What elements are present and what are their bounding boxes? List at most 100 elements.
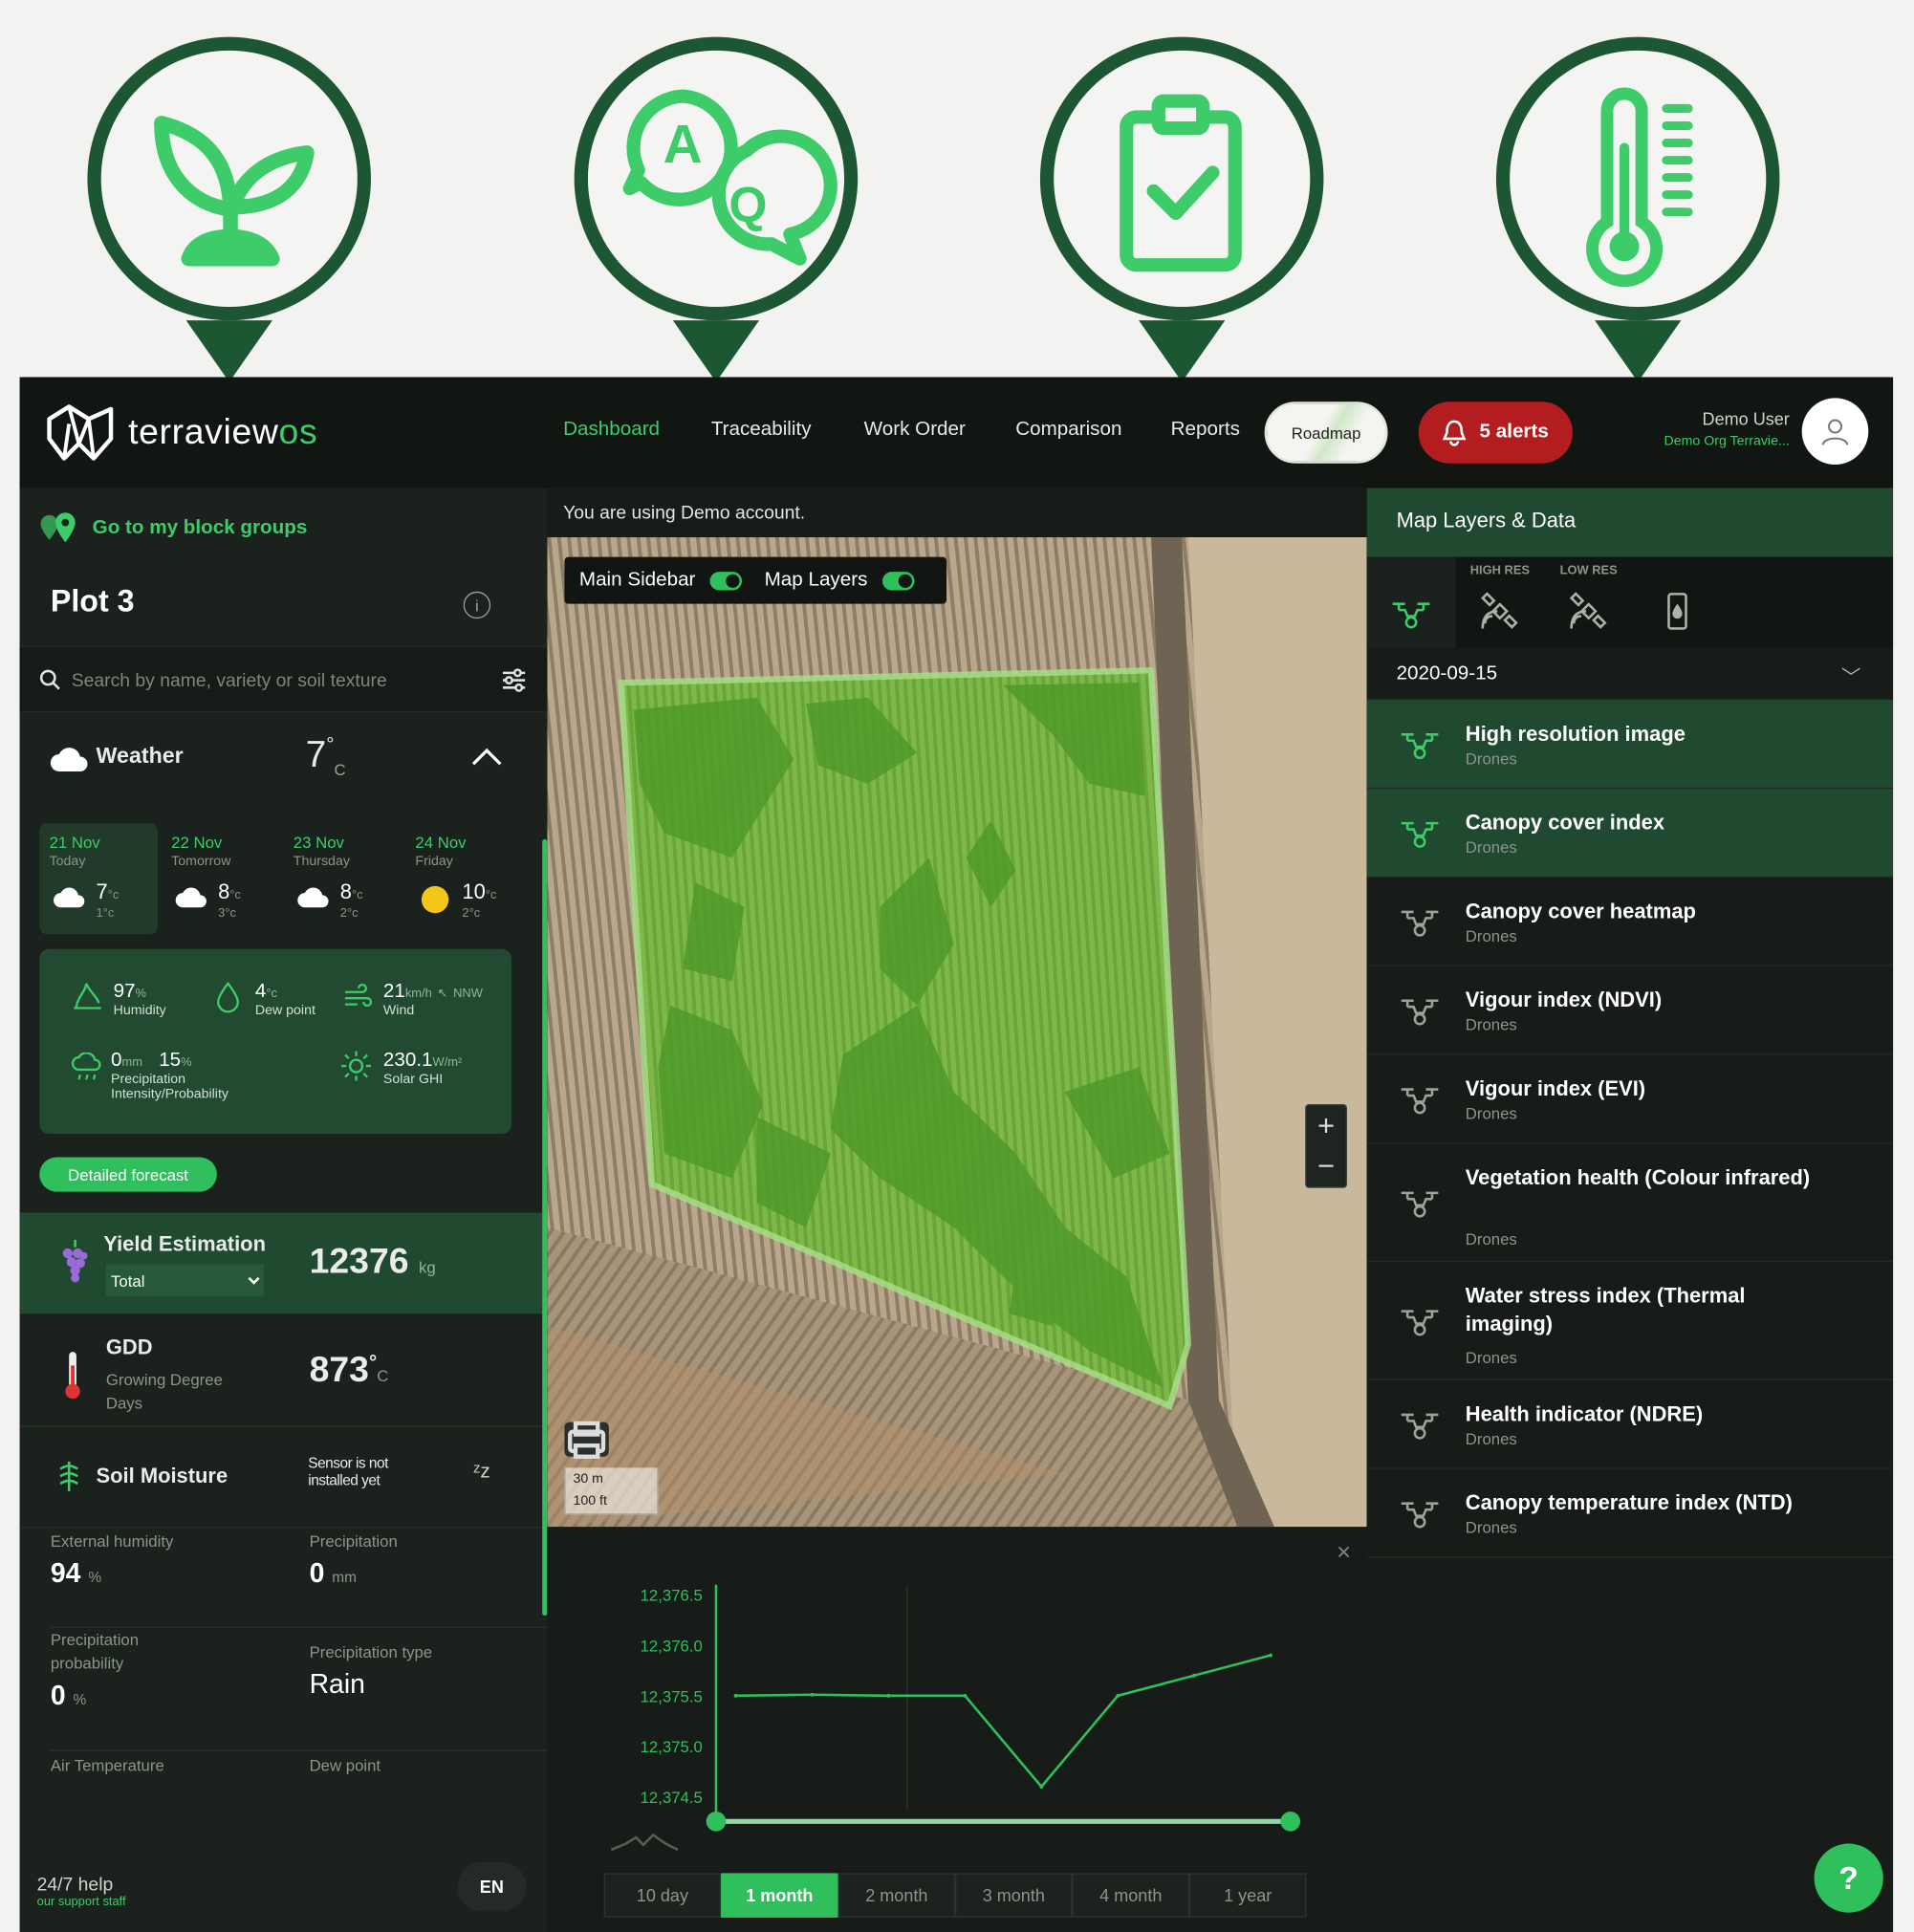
drone-icon	[1401, 999, 1439, 1026]
layer-item[interactable]: Canopy temperature index (NTD) Drones	[1366, 1469, 1894, 1558]
nav-work-order[interactable]: Work Order	[864, 419, 966, 441]
yield-estimation-card: Yield Estimation Total 12376 kg	[19, 1212, 548, 1314]
precipitation-type-cell: Precipitation type Rain	[309, 1640, 569, 1751]
detailed-forecast-button[interactable]: Detailed forecast	[39, 1157, 217, 1192]
svg-text:Q: Q	[729, 177, 767, 232]
logo-text: terraviewos	[128, 412, 318, 452]
pin-thermometer	[1484, 25, 1792, 382]
forecast-day[interactable]: 21 Nov Today 7°c 1°c	[39, 823, 159, 935]
nav-dashboard[interactable]: Dashboard	[563, 419, 660, 441]
user-info[interactable]: Demo User Demo Org Terravie...	[1664, 409, 1789, 448]
layer-source: Drones	[1465, 1104, 1517, 1123]
nav-traceability[interactable]: Traceability	[711, 419, 812, 441]
help-title: 24/7 help	[36, 1874, 114, 1896]
y-tick-label: 12,375.0	[641, 1738, 703, 1756]
alerts-button[interactable]: 5 alerts	[1418, 402, 1573, 464]
weather-header[interactable]: Weather 7°C	[20, 712, 548, 811]
data-point	[733, 1693, 738, 1698]
pin-sprout	[76, 25, 383, 382]
layer-item[interactable]: Water stress index (Thermal imaging) Dron…	[1366, 1262, 1894, 1380]
zoom-in-button[interactable]: +	[1306, 1105, 1345, 1146]
bell-icon	[1443, 420, 1467, 446]
layer-item[interactable]: Vigour index (NDVI) Drones	[1366, 966, 1894, 1055]
tab-low-res-satellite[interactable]: LOW RES	[1544, 557, 1633, 648]
logo[interactable]: terraviewos	[44, 402, 317, 463]
layer-item[interactable]: Canopy cover index Drones	[1366, 789, 1894, 878]
map-layers-title: Map Layers & Data	[1366, 488, 1894, 557]
y-tick-label: 12,376.0	[641, 1637, 703, 1655]
filter-sliders-icon[interactable]	[500, 666, 527, 693]
soil-moisture-label: Soil Moisture	[96, 1464, 228, 1487]
map-layers-toggle-label: Map Layers	[764, 569, 868, 591]
drone-icon	[1401, 1088, 1439, 1115]
language-selector[interactable]: EN	[457, 1861, 527, 1912]
layer-item[interactable]: High resolution image Drones	[1366, 700, 1894, 790]
nav-comparison[interactable]: Comparison	[1015, 419, 1121, 441]
sensor-icon	[1667, 593, 1687, 630]
layer-item[interactable]: Vegetation health (Colour infrared) Drone…	[1366, 1143, 1894, 1263]
forecast-dayname: Friday	[415, 854, 453, 869]
wind-value: 21km/h ↖ NNW Wind	[382, 981, 483, 1018]
layer-title: Canopy cover heatmap	[1465, 900, 1696, 923]
map-layers-toggle[interactable]	[881, 571, 915, 590]
range-10-day[interactable]: 10 day	[603, 1873, 722, 1918]
field-map[interactable]: Main Sidebar Map Layers + − 30 m 100 ft	[547, 537, 1367, 1528]
layer-source: Drones	[1465, 926, 1517, 945]
block-groups-link[interactable]: Go to my block groups	[38, 510, 307, 548]
yield-label: Yield Estimation	[103, 1232, 266, 1256]
weather-current-temp: 7°C	[305, 734, 346, 779]
info-icon[interactable]: i	[463, 591, 491, 619]
forecast-dayname: Tomorrow	[171, 854, 231, 869]
cloud-icon	[175, 887, 207, 908]
yield-type-select[interactable]: Total	[105, 1264, 264, 1297]
humidity-icon	[74, 983, 101, 1009]
print-button[interactable]	[564, 1421, 609, 1459]
close-icon[interactable]: ✕	[1336, 1542, 1351, 1564]
cloud-icon	[297, 887, 329, 908]
range-1-month[interactable]: 1 month	[721, 1873, 838, 1918]
range-3-month[interactable]: 3 month	[955, 1873, 1073, 1918]
forecast-day[interactable]: 22 Nov Tomorrow 8°c 3°c	[162, 823, 280, 934]
avatar[interactable]	[1801, 398, 1869, 465]
wind-icon	[344, 983, 373, 1008]
data-point	[963, 1693, 968, 1698]
alerts-label: 5 alerts	[1479, 421, 1549, 443]
forecast-day[interactable]: 24 Nov Friday 10°c 2°c	[405, 823, 524, 934]
search-input[interactable]	[71, 662, 479, 699]
main-sidebar-toggle[interactable]	[709, 571, 743, 590]
precipitation-probability-cell: Precipitation probability 0 %	[50, 1628, 310, 1751]
support-help[interactable]: 24/7 help our support staff	[37, 1875, 126, 1909]
layer-title: Canopy cover index	[1465, 811, 1665, 835]
tab-drones[interactable]	[1366, 556, 1456, 649]
main-sidebar-toggle-label: Main Sidebar	[578, 569, 696, 591]
forecast-date: 22 Nov	[171, 833, 223, 852]
layer-title: Vigour index (NDVI)	[1465, 988, 1663, 1012]
forecast-day[interactable]: 23 Nov Thursday 8°c 2°c	[283, 823, 402, 934]
cloud-icon	[54, 887, 85, 908]
range-4-month[interactable]: 4 month	[1072, 1873, 1189, 1918]
drone-icon	[1401, 1413, 1439, 1440]
center-panel: You are using Demo account. Main Sidebar…	[547, 488, 1367, 1932]
drone-icon	[1401, 821, 1439, 848]
chevron-up-icon[interactable]	[470, 747, 503, 767]
layer-item[interactable]: Vigour index (EVI) Drones	[1366, 1054, 1894, 1144]
range-1-year[interactable]: 1 year	[1188, 1873, 1307, 1918]
tab-sensors[interactable]	[1633, 557, 1722, 648]
drone-icon	[1392, 602, 1430, 629]
soil-moisture-status: Sensor is not installed yet	[308, 1454, 388, 1489]
layer-date-select[interactable]: 2020-09-15 ﹀	[1366, 648, 1894, 701]
yield-value: 12376 kg	[309, 1242, 436, 1282]
layer-source: Drones	[1465, 837, 1517, 857]
range-2-month[interactable]: 2 month	[837, 1873, 956, 1918]
forecast-date: 24 Nov	[415, 833, 467, 852]
zoom-out-button[interactable]: −	[1306, 1146, 1345, 1187]
nav-reports[interactable]: Reports	[1171, 419, 1240, 441]
range-slider-handle-left	[706, 1812, 727, 1832]
tab-high-res-satellite[interactable]: HIGH RES	[1455, 557, 1544, 648]
drone-icon	[1401, 1502, 1439, 1529]
help-button[interactable]: ?	[1814, 1843, 1883, 1913]
layer-item[interactable]: Canopy cover heatmap Drones	[1366, 878, 1894, 966]
roadmap-button[interactable]: Roadmap	[1264, 402, 1388, 464]
layer-item[interactable]: Health indicator (NDRE) Drones	[1366, 1380, 1894, 1469]
tab-caption: LOW RES	[1559, 564, 1618, 578]
